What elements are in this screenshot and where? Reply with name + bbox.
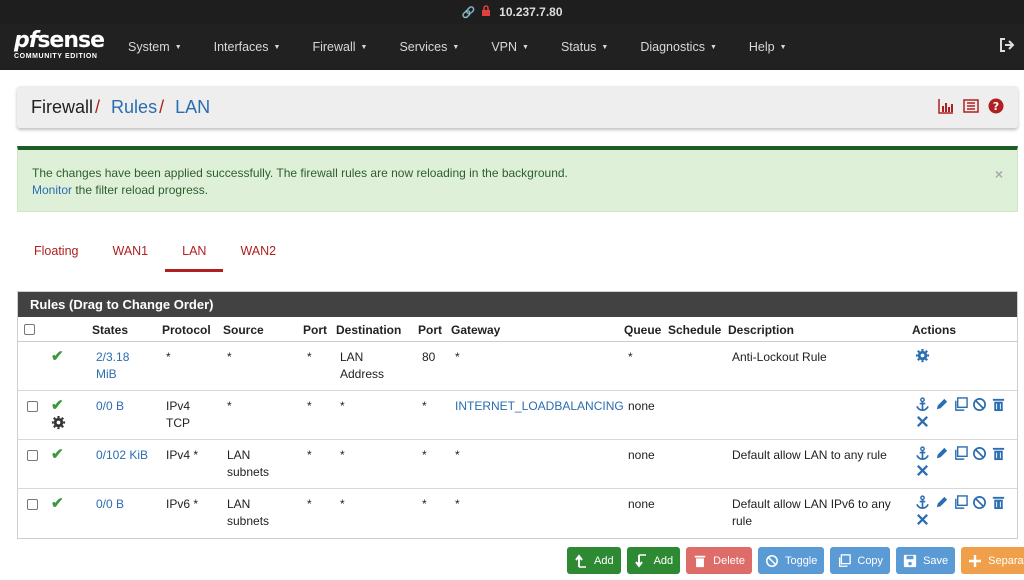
url-text: 10.237.7.80	[499, 5, 563, 19]
main-menu: System ▼ Interfaces ▼ Firewall ▼ Services ▼ …	[112, 24, 803, 70]
menu-vpn[interactable]: VPN ▼	[475, 24, 545, 70]
trash-icon[interactable]	[991, 446, 1006, 461]
pfsense-logo[interactable]: pfsense COMMUNITY EDITION	[0, 24, 112, 70]
menu-diagnostics[interactable]: Diagnostics ▼	[624, 24, 733, 70]
page-header: Firewall / Rules / LAN ?	[17, 86, 1018, 128]
table-row[interactable]: ✔ 0/0 B IPv4 TCP * * * * INTERNET_LOADBA…	[18, 391, 1017, 440]
rules-table-header: States Protocol Source Port Destination …	[18, 317, 1017, 342]
interface-tabs: Floating WAN1 LAN WAN2	[17, 232, 293, 272]
gear-icon[interactable]	[915, 348, 930, 366]
menu-firewall[interactable]: Firewall ▼	[296, 24, 383, 70]
pencil-icon[interactable]	[934, 495, 949, 510]
bottom-actions: Add Add Delete Toggle Copy Save Separato…	[567, 547, 1024, 574]
copy-icon	[837, 553, 852, 568]
gear-icon[interactable]	[51, 415, 66, 433]
trash-icon[interactable]	[991, 397, 1006, 412]
anchor-icon[interactable]	[915, 446, 930, 461]
alert-line-2: Monitor the filter reload progress.	[32, 183, 209, 197]
copy-icon[interactable]	[953, 397, 968, 412]
delete-button[interactable]: Delete	[686, 547, 752, 574]
row-checkbox[interactable]	[27, 401, 38, 412]
close-icon[interactable]	[915, 463, 930, 478]
arrow-down-icon	[634, 553, 648, 568]
caret-down-icon: ▼	[522, 43, 529, 51]
copy-button[interactable]: Copy	[830, 547, 891, 574]
breadcrumb-lan[interactable]: LAN	[175, 97, 210, 117]
menu-services[interactable]: Services ▼	[383, 24, 475, 70]
breadcrumb: Firewall / Rules / LAN	[31, 96, 211, 117]
svg-text:?: ?	[993, 100, 999, 113]
gateway-link[interactable]: INTERNET_LOADBALANCING	[455, 399, 624, 413]
close-alert-button[interactable]: ×	[995, 166, 1003, 183]
alert-line-1: The changes have been applied successful…	[32, 166, 568, 180]
breadcrumb-rules[interactable]: Rules	[111, 97, 157, 117]
ban-icon[interactable]	[972, 495, 987, 510]
ban-icon[interactable]	[972, 446, 987, 461]
row-checkbox[interactable]	[27, 499, 38, 510]
anchor-icon[interactable]	[915, 397, 930, 412]
chart-icon[interactable]	[938, 98, 954, 114]
tab-wan1[interactable]: WAN1	[95, 232, 165, 272]
tab-floating[interactable]: Floating	[17, 232, 95, 272]
caret-down-icon: ▼	[174, 43, 182, 51]
breadcrumb-firewall: Firewall	[31, 96, 94, 117]
top-navbar: pfsense COMMUNITY EDITION System ▼ Interf…	[0, 24, 1024, 70]
separator-button[interactable]: Separator	[961, 547, 1024, 574]
check-icon: ✔	[51, 446, 64, 463]
add-bottom-button[interactable]: Add	[626, 547, 681, 574]
anchor-icon[interactable]	[915, 495, 930, 510]
save-button[interactable]: Save	[896, 547, 956, 574]
menu-interfaces[interactable]: Interfaces ▼	[198, 24, 297, 70]
logout-icon[interactable]	[998, 36, 1016, 54]
rules-table: Rules (Drag to Change Order) States Prot…	[17, 291, 1018, 539]
help-icon[interactable]: ?	[988, 98, 1004, 114]
caret-down-icon: ▼	[273, 43, 281, 51]
menu-system[interactable]: System ▼	[112, 24, 198, 70]
row-actions	[915, 446, 1015, 478]
close-icon[interactable]	[915, 512, 930, 527]
check-icon: ✔	[51, 397, 64, 414]
table-row[interactable]: ✔ 0/102 KiB IPv4 * LAN subnets * * * * n…	[18, 440, 1017, 489]
rules-table-title: Rules (Drag to Change Order)	[18, 292, 1017, 317]
menu-help[interactable]: Help ▼	[733, 24, 803, 70]
edition-label: COMMUNITY EDITION	[14, 53, 98, 60]
caret-down-icon: ▼	[709, 43, 717, 51]
caret-down-icon: ▼	[360, 43, 368, 51]
plus-icon	[968, 554, 982, 568]
caret-down-icon: ▼	[779, 43, 787, 51]
toggle-button[interactable]: Toggle	[757, 547, 825, 574]
list-icon[interactable]	[963, 98, 979, 114]
pencil-icon[interactable]	[934, 397, 949, 412]
arrow-up-icon	[574, 553, 588, 568]
browser-url-bar[interactable]: 🔗 10.237.7.80	[0, 0, 1024, 24]
copy-icon[interactable]	[953, 446, 968, 461]
ban-icon[interactable]	[972, 397, 987, 412]
trash-icon	[693, 554, 707, 568]
menu-status[interactable]: Status ▼	[545, 24, 624, 70]
trash-icon[interactable]	[991, 495, 1006, 510]
link-icon: 🔗	[461, 6, 476, 19]
floppy-icon	[903, 554, 917, 568]
caret-down-icon: ▼	[601, 43, 609, 51]
row-checkbox[interactable]	[27, 450, 38, 461]
ban-icon	[765, 554, 779, 568]
row-actions	[915, 495, 1015, 527]
select-all-checkbox[interactable]	[24, 324, 35, 335]
table-row[interactable]: ✔ 0/0 B IPv6 * LAN subnets * * * * none …	[18, 489, 1017, 538]
check-icon: ✔	[51, 495, 64, 512]
tab-wan2[interactable]: WAN2	[223, 232, 293, 272]
lock-icon	[481, 5, 491, 19]
close-icon[interactable]	[915, 414, 930, 429]
success-alert: The changes have been applied successful…	[17, 146, 1018, 212]
check-icon: ✔	[51, 348, 64, 365]
tab-lan[interactable]: LAN	[165, 232, 224, 272]
pencil-icon[interactable]	[934, 446, 949, 461]
add-top-button[interactable]: Add	[567, 547, 621, 574]
copy-icon[interactable]	[953, 495, 968, 510]
row-actions	[915, 397, 1015, 429]
table-row[interactable]: ✔ 2/3.18 MiB * * * LAN Address 80 * * An…	[18, 342, 1017, 391]
caret-down-icon: ▼	[452, 43, 460, 51]
monitor-link[interactable]: Monitor	[32, 183, 72, 197]
